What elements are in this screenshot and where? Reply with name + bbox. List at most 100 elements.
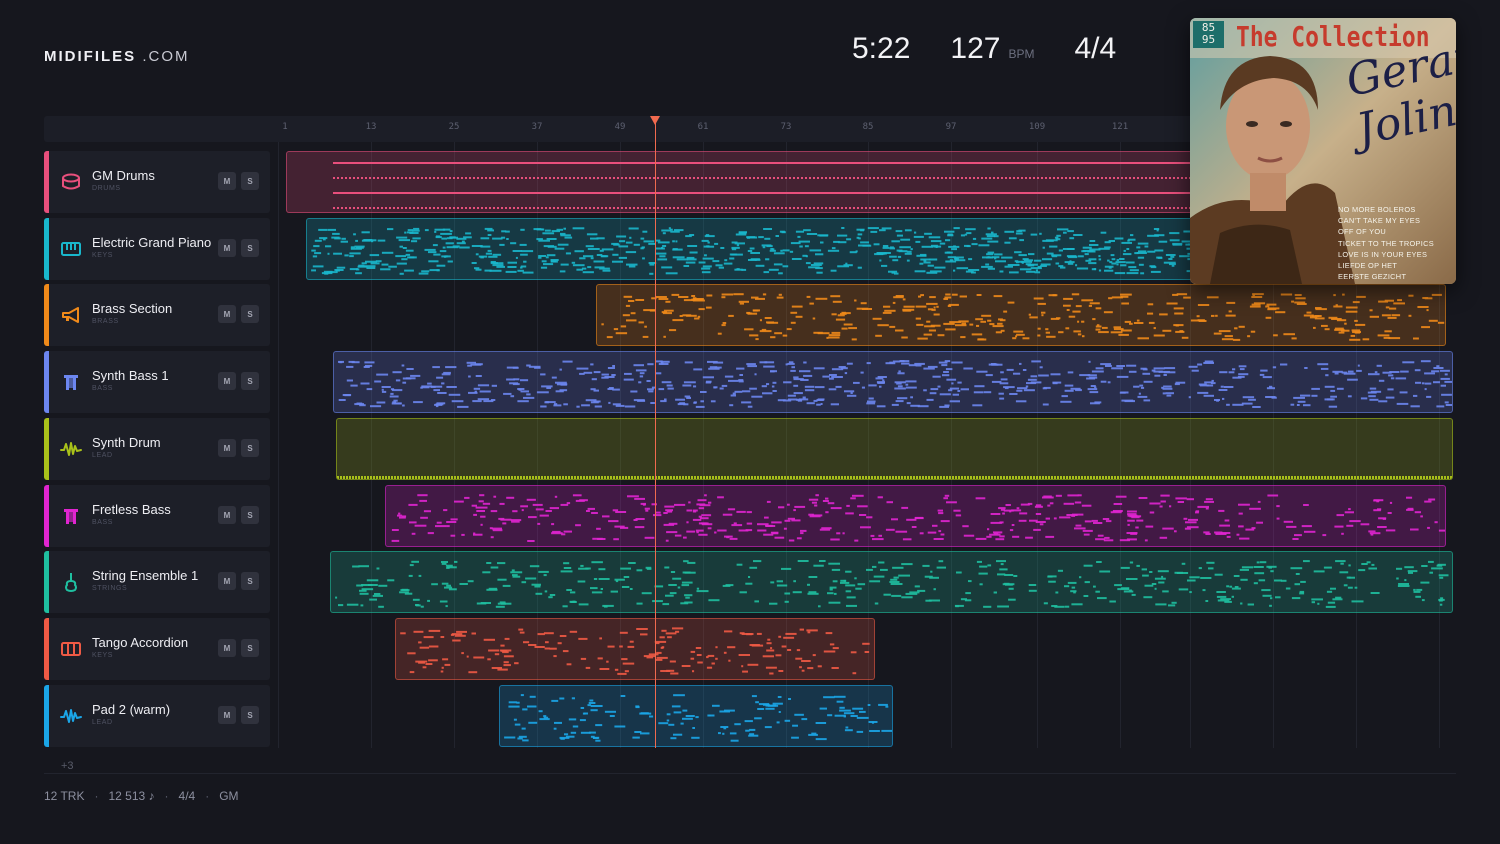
transport-display: 5:22 127 BPM 4/4 (852, 32, 1116, 72)
grid-line (278, 142, 279, 748)
track-color-stripe (44, 218, 49, 280)
mute-button[interactable]: M (218, 439, 236, 457)
solo-button[interactable]: S (241, 372, 259, 390)
track-count: 12 TRK (44, 789, 85, 803)
midi-standard: GM (219, 789, 239, 803)
ruler-mark: 37 (531, 122, 543, 132)
track-category: BRASS (92, 318, 119, 325)
track-name: Electric Grand Piano (92, 235, 212, 250)
bass-icon (60, 371, 82, 393)
mute-button[interactable]: M (218, 372, 236, 390)
mute-button[interactable]: M (218, 639, 236, 657)
track-category: BASS (92, 519, 114, 526)
track-color-stripe (44, 351, 49, 413)
footer-divider (44, 773, 1456, 774)
accordion-icon (60, 638, 82, 660)
midi-clip[interactable] (499, 685, 893, 747)
midi-clip[interactable] (336, 418, 1453, 480)
solo-button[interactable]: S (241, 439, 259, 457)
track-name: Synth Drum (92, 435, 161, 450)
mute-button[interactable]: M (218, 172, 236, 190)
tempo-value: 127 (950, 32, 1001, 65)
mute-button[interactable]: M (218, 706, 236, 724)
mute-button[interactable]: M (218, 305, 236, 323)
album-song: EERSTE GEZICHT (1338, 272, 1407, 282)
ruler-mark: 109 (1028, 122, 1046, 132)
solo-button[interactable]: S (241, 305, 259, 323)
note-count: 12 513 ♪ (108, 789, 155, 803)
track-name: Pad 2 (warm) (92, 702, 171, 717)
track-category: KEYS (92, 652, 114, 659)
track-header[interactable]: String Ensemble 1 STRINGS M S (44, 551, 270, 613)
mute-button[interactable]: M (218, 572, 236, 590)
midi-clip[interactable] (596, 284, 1446, 346)
album-song: LIEFDE OP HET (1338, 261, 1398, 271)
album-song: LOVE IS IN YOUR EYES (1338, 249, 1428, 259)
playhead-marker[interactable] (650, 116, 660, 125)
track-header[interactable]: Tango Accordion KEYS M S (44, 618, 270, 680)
track-header[interactable]: Brass Section BRASS M S (44, 284, 270, 346)
midi-clip[interactable] (333, 351, 1453, 413)
track-color-stripe (44, 551, 49, 613)
solo-button[interactable]: S (241, 572, 259, 590)
album-year-badge: 85 95 (1193, 21, 1224, 48)
waveform-icon (60, 438, 82, 460)
track-header[interactable]: Pad 2 (warm) LEAD M S (44, 685, 270, 747)
track-category: KEYS (92, 252, 114, 259)
ruler-mark: 13 (365, 122, 377, 132)
mute-button[interactable]: M (218, 506, 236, 524)
album-tracklist: NO MORE BOLEROS CAN'T TAKE MY EYES OFF O… (1338, 204, 1434, 282)
solo-button[interactable]: S (241, 239, 259, 257)
track-header[interactable]: Fretless Bass BASS M S (44, 485, 270, 547)
clip-notes (335, 560, 1449, 608)
ruler-mark: 61 (697, 122, 709, 132)
clip-notes (338, 360, 1452, 408)
clip-notes (504, 694, 892, 742)
midi-clip[interactable] (395, 618, 875, 680)
track-name: GM Drums (92, 168, 155, 183)
brand-logo[interactable]: MIDIFILES .COM (44, 48, 190, 65)
track-category: STRINGS (92, 585, 128, 592)
track-header[interactable]: Synth Drum LEAD M S (44, 418, 270, 480)
album-song: TICKET TO THE TROPICS (1338, 238, 1434, 248)
waveform-icon (60, 705, 82, 727)
album-song: CAN'T TAKE MY EYES (1338, 216, 1421, 226)
solo-button[interactable]: S (241, 172, 259, 190)
bass-icon (60, 505, 82, 527)
track-color-stripe (44, 685, 49, 747)
more-tracks-indicator[interactable]: +3 (61, 760, 74, 772)
album-song: OFF OF YOU (1338, 227, 1387, 237)
midi-clip[interactable] (385, 485, 1446, 547)
track-name: String Ensemble 1 (92, 568, 199, 583)
track-header[interactable]: Synth Bass 1 BASS M S (44, 351, 270, 413)
track-category: DRUMS (92, 185, 121, 192)
ruler-mark: 73 (780, 122, 792, 132)
solo-button[interactable]: S (241, 706, 259, 724)
violin-icon (60, 571, 82, 593)
track-header[interactable]: GM Drums DRUMS M S (44, 151, 270, 213)
solo-button[interactable]: S (241, 639, 259, 657)
ruler-mark: 1 (282, 122, 288, 132)
ruler-mark: 49 (614, 122, 626, 132)
drum-icon (60, 171, 82, 193)
track-name: Brass Section (92, 301, 173, 316)
track-color-stripe (44, 151, 49, 213)
track-name: Fretless Bass (92, 502, 171, 517)
playhead-line[interactable] (655, 122, 656, 748)
track-color-stripe (44, 418, 49, 480)
track-category: BASS (92, 385, 114, 392)
clip-notes (391, 494, 1445, 542)
track-header[interactable]: Electric Grand Piano KEYS M S (44, 218, 270, 280)
ruler-mark: 97 (945, 122, 957, 132)
tempo-unit: BPM (1008, 47, 1035, 61)
track-name: Synth Bass 1 (92, 368, 169, 383)
solo-button[interactable]: S (241, 506, 259, 524)
clip-notes (601, 293, 1445, 341)
clip-notes (337, 476, 1452, 479)
track-color-stripe (44, 284, 49, 346)
piano-icon (60, 238, 82, 260)
track-category: LEAD (92, 719, 113, 726)
mute-button[interactable]: M (218, 239, 236, 257)
album-cover: 85 95 The Collection Gerard Joling NO MO… (1190, 18, 1456, 284)
midi-clip[interactable] (330, 551, 1453, 613)
